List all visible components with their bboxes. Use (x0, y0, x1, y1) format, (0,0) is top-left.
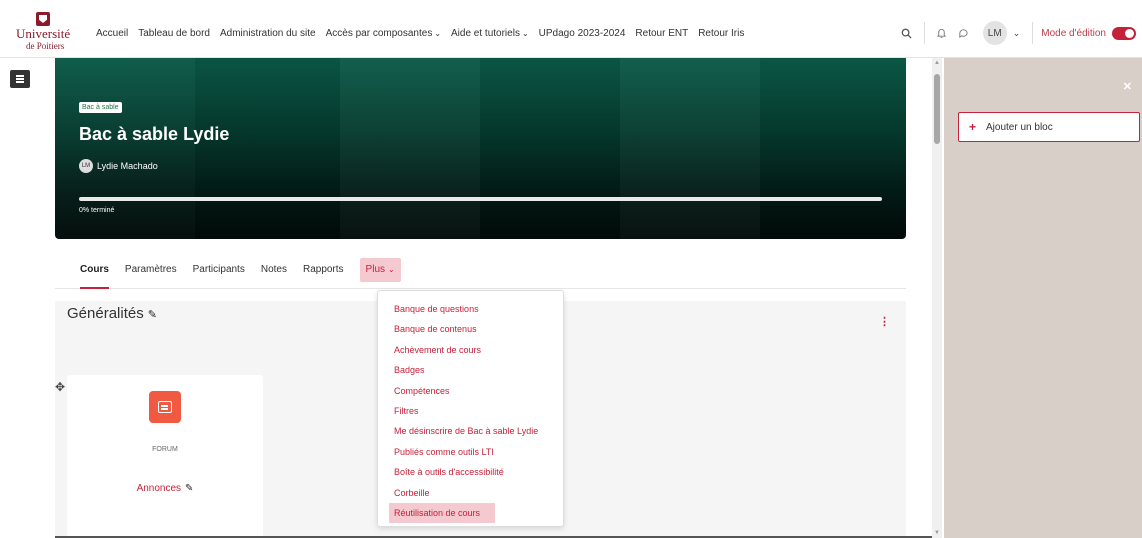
plus-dropdown-menu: Banque de questions Banque de contenus A… (377, 290, 564, 527)
main-nav: Accueil Tableau de bord Administration d… (96, 8, 744, 58)
university-logo[interactable]: Université de Poitiers (12, 12, 72, 56)
section-title[interactable]: Généralités ✎ (67, 305, 157, 322)
nav-label-aide: Aide et tutoriels (451, 27, 520, 39)
add-block-label: Ajouter un bloc (986, 121, 1053, 133)
menu-item-banque-questions[interactable]: Banque de questions (378, 299, 563, 319)
header-pattern (55, 58, 906, 239)
logo-text-line1: Université (16, 26, 71, 41)
activity-name[interactable]: Annonces ✎ (67, 483, 263, 494)
menu-item-filtres[interactable]: Filtres (378, 401, 563, 421)
divider (1032, 22, 1034, 44)
chat-bubble-icon[interactable] (955, 24, 973, 42)
chevron-down-icon: ⌄ (388, 265, 395, 274)
tab-plus-dropdown[interactable]: Plus ⌄ (359, 257, 401, 282)
course-teacher[interactable]: LM Lydie Machado (79, 159, 158, 173)
nav-link-accueil[interactable]: Accueil (96, 28, 128, 39)
course-title: Bac à sable Lydie (79, 124, 230, 144)
scroll-up-arrow-icon[interactable]: ▲ (932, 60, 942, 66)
menu-item-achevement[interactable]: Achèvement de cours (378, 340, 563, 360)
menu-item-competences[interactable]: Compétences (378, 381, 563, 401)
course-header: Bac à sable Bac à sable Lydie LM Lydie M… (55, 58, 906, 239)
activity-card[interactable]: FORUM Annonces ✎ (67, 375, 263, 538)
list-icon (16, 78, 24, 80)
nav-link-updago[interactable]: UPdago 2023-2024 (539, 28, 626, 39)
chevron-down-icon: ⌄ (521, 28, 529, 38)
menu-item-badges[interactable]: Badges (378, 360, 563, 380)
top-navbar: Université de Poitiers Accueil Tableau d… (0, 8, 1142, 58)
menu-item-desinscrire[interactable]: Me désinscrire de Bac à sable Lydie (378, 421, 563, 441)
menu-item-accessibilite[interactable]: Boîte à outils d'accessibilité (378, 462, 563, 482)
tab-cours[interactable]: Cours (80, 251, 109, 289)
crest-icon (36, 12, 50, 26)
edit-mode-label: Mode d'édition (1041, 27, 1106, 39)
progress-label: 0% terminé (79, 207, 115, 214)
nav-link-retour-ent[interactable]: Retour ENT (635, 28, 688, 39)
menu-item-outils-lti[interactable]: Publiés comme outils LTI (378, 442, 563, 462)
tab-notes[interactable]: Notes (261, 251, 287, 289)
add-block-button[interactable]: + Ajouter un bloc (958, 112, 1140, 142)
bell-icon[interactable] (933, 24, 951, 42)
nav-link-tableau-de-bord[interactable]: Tableau de bord (138, 28, 210, 39)
tab-participants[interactable]: Participants (193, 251, 245, 289)
search-icon[interactable] (898, 24, 916, 42)
nav-right-tools: LM ⌄ Mode d'édition (898, 8, 1142, 58)
course-category-badge[interactable]: Bac à sable (79, 102, 122, 113)
nav-link-administration[interactable]: Administration du site (220, 28, 316, 39)
course-index-toggle-button[interactable] (10, 70, 30, 88)
forum-glyph (158, 401, 172, 413)
block-drawer: ✕ + Ajouter un bloc (944, 58, 1142, 538)
nav-dropdown-aide[interactable]: Aide et tutoriels ⌄ (451, 28, 529, 39)
activity-name-text: Annonces (136, 483, 182, 494)
close-icon[interactable]: ✕ (1123, 80, 1132, 93)
teacher-avatar: LM (79, 159, 93, 173)
section-title-text: Généralités (67, 305, 144, 322)
menu-item-corbeille[interactable]: Corbeille (378, 483, 563, 503)
divider (923, 22, 925, 44)
logo-text-line2: de Poitiers (26, 41, 65, 51)
page: Université de Poitiers Accueil Tableau d… (0, 0, 1142, 538)
tab-plus-label: Plus (365, 264, 385, 275)
chevron-down-icon: ⌄ (434, 28, 442, 38)
pencil-icon[interactable]: ✎ (148, 309, 157, 321)
plus-icon: + (969, 120, 977, 134)
forum-icon (149, 391, 181, 423)
pencil-icon[interactable]: ✎ (185, 483, 193, 494)
page-scrollbar[interactable]: ▲ ▼ (932, 58, 942, 538)
scroll-down-arrow-icon[interactable]: ▼ (932, 530, 942, 536)
edit-mode-toggle[interactable] (1112, 26, 1136, 40)
nav-dropdown-composantes[interactable]: Accès par composantes ⌄ (326, 28, 441, 39)
course-secondary-nav: Cours Paramètres Participants Notes Rapp… (55, 251, 906, 289)
move-handle-icon[interactable]: ✥ (55, 380, 65, 394)
scroll-thumb[interactable] (934, 74, 940, 144)
section-menu-kebab-icon[interactable]: ⋮ (879, 315, 890, 328)
user-avatar[interactable]: LM (982, 21, 1007, 45)
menu-item-banque-contenus[interactable]: Banque de contenus (378, 319, 563, 339)
activity-type: FORUM (152, 446, 178, 453)
tab-parametres[interactable]: Paramètres (125, 251, 177, 289)
chevron-down-icon[interactable]: ⌄ (1013, 28, 1021, 39)
nav-link-retour-iris[interactable]: Retour Iris (698, 28, 744, 39)
nav-label-composantes: Accès par composantes (325, 27, 433, 39)
menu-item-reutilisation[interactable]: Réutilisation de cours (389, 502, 495, 524)
teacher-name: Lydie Machado (97, 161, 158, 171)
tab-rapports[interactable]: Rapports (303, 251, 344, 289)
course-progress-bar (79, 197, 882, 201)
